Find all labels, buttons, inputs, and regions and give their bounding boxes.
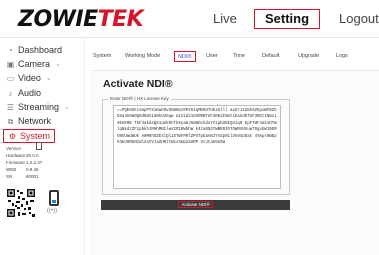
tab-working-mode[interactable]: Working Mode — [125, 51, 160, 62]
tab-upgrade[interactable]: Upgrade — [298, 51, 319, 62]
sidebar-item-system[interactable]: ⚙ System — [3, 129, 56, 143]
system-icon: ⚙ — [8, 131, 17, 141]
dashboard-icon: ◔ — [8, 45, 13, 55]
nav-live[interactable]: Live — [213, 9, 237, 29]
video-icon: ▭ — [6, 73, 15, 83]
tab-time[interactable]: Time — [233, 51, 245, 62]
license-key-textarea[interactable]: ==PQE9ZkzaUpPTX16wkRvSUBHGzRPZ51qMERUTUk… — [113, 105, 281, 189]
nav-setting[interactable]: Setting — [254, 9, 320, 29]
activate-ndi-button[interactable]: Activate NDI® — [101, 200, 290, 210]
logo-main-text: ZOWIE — [18, 6, 98, 32]
chevron-down-icon: ⌄ — [45, 75, 52, 82]
network-icon: ⧉ — [7, 116, 14, 126]
sidebar-item-network[interactable]: ⧉ Network — [6, 114, 51, 128]
sidebar-item-video[interactable]: ▭ Video ⌄ — [6, 71, 52, 85]
sidebar-item-label: Network — [18, 116, 52, 126]
chevron-down-icon: ⌄ — [55, 61, 61, 68]
nav-logout[interactable]: Logout — [339, 9, 379, 29]
chevron-down-icon: ⌄ — [64, 104, 70, 111]
web-value: 0.8.46 — [26, 167, 39, 172]
sidebar-item-camera[interactable]: ▣ Camera ⌄ — [6, 57, 61, 71]
sidebar-item-label: System — [20, 131, 51, 141]
settings-subnav: System Working Mode NDI® User Time Defau… — [86, 48, 379, 68]
sidebar-item-label: Camera — [18, 59, 51, 69]
device-info: Version Hardware 20.0.0 Firmware 1.0.2.37 … — [6, 145, 42, 180]
sn-label: SN — [6, 174, 13, 179]
firmware-label: Firmware — [6, 160, 25, 165]
tab-logs[interactable]: Logs — [336, 51, 348, 62]
qr-code-icon — [6, 188, 36, 218]
activate-ndi-label: Activate NDI® — [178, 201, 213, 208]
sidebar-item-label: Audio — [18, 88, 42, 98]
tab-ndi[interactable]: NDI® — [174, 51, 196, 62]
tab-system[interactable]: System — [93, 51, 111, 62]
sidebar-item-label: Dashboard — [18, 45, 63, 55]
sidebar-item-label: Streaming — [18, 102, 60, 112]
version-label: Version — [6, 146, 22, 151]
web-label: WEB — [6, 167, 17, 172]
firmware-value: 1.0.2.37 — [26, 160, 43, 165]
camera-icon: ▣ — [6, 59, 15, 69]
sn-value: 80001 — [26, 174, 39, 179]
hardware-label: Hardware — [6, 153, 26, 158]
top-header: ZOWIE TEK Live Setting Logout — [0, 0, 379, 38]
tab-default[interactable]: Default — [262, 51, 279, 62]
mobile-phone-icon[interactable] — [49, 190, 59, 206]
wireless-icon: ((•)) — [47, 208, 58, 214]
streaming-icon: ☰ — [6, 102, 15, 112]
license-legend: Enter NDI® | HX License Key — [108, 96, 171, 101]
page-title: Activate NDI® — [103, 78, 173, 90]
logo-accent-text: TEK — [97, 6, 144, 32]
tab-user[interactable]: User — [206, 51, 218, 62]
zowietek-logo: ZOWIE TEK — [18, 6, 144, 32]
hardware-value: 20.0.0 — [26, 153, 39, 158]
sidebar-item-dashboard[interactable]: ◔ Dashboard — [6, 43, 62, 57]
sidebar-item-streaming[interactable]: ☰ Streaming ⌄ — [6, 100, 70, 114]
sidebar-item-label: Video — [18, 73, 41, 83]
audio-icon: ♪ — [8, 88, 13, 98]
sidebar-item-audio[interactable]: ♪ Audio — [6, 86, 42, 100]
